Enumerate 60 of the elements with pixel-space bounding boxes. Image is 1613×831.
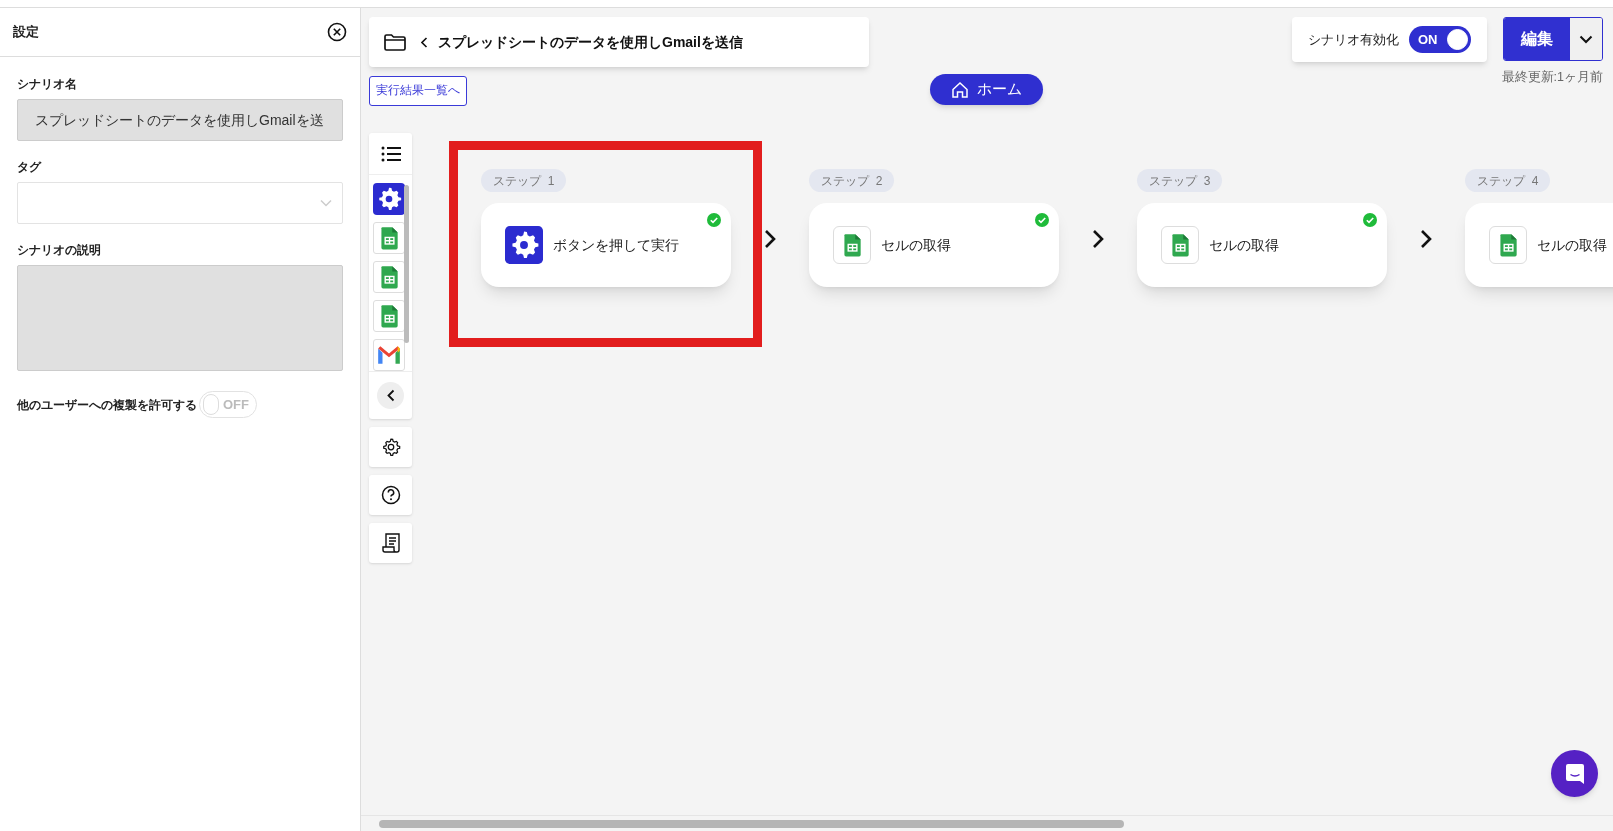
step-title: セルの取得: [1209, 235, 1279, 255]
settings-button[interactable]: [369, 427, 412, 467]
help-icon: [380, 485, 401, 505]
spreadsheet-icon: [1161, 226, 1199, 264]
close-icon[interactable]: [327, 22, 347, 42]
gear-icon: [505, 226, 543, 264]
field-label: シナリオの説明: [17, 242, 102, 259]
check-icon: [707, 213, 721, 227]
step-label: ステップ 4: [1465, 169, 1551, 192]
chevron-right-icon: [1092, 229, 1104, 249]
step-card[interactable]: セルの取得: [1137, 203, 1387, 287]
step-label: ステップ 2: [809, 169, 895, 192]
home-button[interactable]: ホーム: [930, 74, 1043, 105]
log-button[interactable]: [369, 523, 412, 563]
collapse-button[interactable]: [377, 382, 404, 409]
field-label: タグ: [17, 159, 43, 176]
step-shortcut[interactable]: [373, 183, 405, 215]
check-icon: [1035, 213, 1049, 227]
scrollbar[interactable]: [404, 185, 409, 343]
chevron-left-icon: [421, 36, 428, 48]
spreadsheet-icon: [833, 226, 871, 264]
step-label: ステップ 1: [481, 169, 567, 192]
chat-button[interactable]: [1551, 750, 1598, 797]
scrollbar-thumb[interactable]: [379, 819, 1124, 828]
enable-label: シナリオ有効化: [1308, 30, 1399, 49]
chevron-down-icon: [320, 199, 332, 207]
step-title: セルの取得: [1537, 235, 1607, 255]
list-icon[interactable]: [380, 145, 401, 162]
panel-title: 設定: [13, 23, 39, 42]
toggle-switch[interactable]: ON: [1409, 26, 1471, 53]
name-field[interactable]: スプレッドシートのデータを使用しGmailを送: [17, 99, 343, 141]
chevron-down-icon: [1579, 34, 1593, 44]
chat-icon: [1564, 762, 1585, 785]
chevron-right-icon: [764, 229, 776, 249]
dropdown-button[interactable]: [1570, 18, 1602, 60]
chevron-right-icon: [1420, 229, 1432, 249]
help-button[interactable]: [369, 475, 412, 515]
description-field[interactable]: [17, 265, 343, 371]
field-label: 他のユーザーへの複製を許可する: [17, 396, 197, 414]
horizontal-scrollbar[interactable]: [361, 815, 1613, 831]
last-updated-text: 最終更新:1ヶ月前: [1501, 69, 1603, 86]
gear-icon: [373, 183, 405, 215]
step-label: ステップ 3: [1137, 169, 1223, 192]
edit-button[interactable]: 編集: [1504, 18, 1570, 60]
results-link[interactable]: 実行結果一覧へ: [369, 76, 467, 106]
check-icon: [1363, 213, 1377, 227]
step-title: ボタンを押して実行: [553, 235, 679, 255]
back-link[interactable]: スプレッドシートのデータを使用しGmailを送信: [421, 31, 743, 53]
step-title: セルの取得: [881, 235, 951, 255]
step-card[interactable]: セルの取得: [1465, 203, 1613, 287]
spreadsheet-icon: [1489, 226, 1527, 264]
home-icon: [951, 80, 969, 99]
step-card[interactable]: セルの取得: [809, 203, 1059, 287]
chevron-left-icon: [386, 389, 395, 402]
field-label: シナリオ名: [17, 76, 78, 93]
step-card[interactable]: ボタンを押して実行: [481, 203, 731, 287]
settings-icon: [380, 437, 401, 457]
document-icon: [380, 532, 401, 554]
step-shortcut[interactable]: [373, 339, 405, 371]
folder-icon[interactable]: [383, 32, 407, 52]
